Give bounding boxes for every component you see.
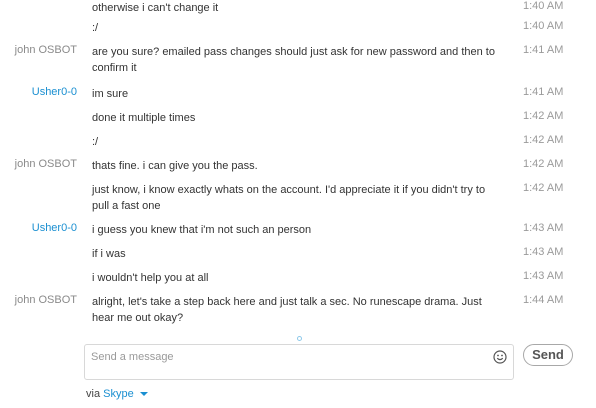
message-sender: john OSBOT bbox=[14, 158, 77, 170]
message-timestamp: 1:41 AM bbox=[523, 86, 564, 98]
send-button[interactable]: Send bbox=[523, 344, 573, 366]
service-selector: via Skype bbox=[86, 388, 148, 400]
message-timestamp: 1:43 AM bbox=[523, 246, 564, 258]
smiley-icon[interactable] bbox=[493, 350, 507, 364]
message-timestamp: 1:42 AM bbox=[523, 134, 564, 146]
message-text: i guess you knew that i'm not such an pe… bbox=[92, 224, 312, 236]
message-text: thats fine. i can give you the pass. bbox=[92, 160, 258, 172]
message-text: :/ bbox=[92, 136, 99, 148]
message-text: otherwise i can't change it bbox=[92, 2, 219, 14]
message-timestamp: 1:40 AM bbox=[523, 20, 564, 32]
message-timestamp: 1:42 AM bbox=[523, 158, 564, 170]
message-text: im sure bbox=[92, 88, 129, 100]
via-label: via bbox=[86, 388, 101, 400]
service-link[interactable]: Skype bbox=[103, 388, 134, 400]
conversation-history: otherwise i can't change it 1:40 AM :/ 1:40… bbox=[0, 0, 596, 334]
message-sender: john OSBOT bbox=[14, 294, 77, 306]
message-composer[interactable] bbox=[84, 344, 514, 380]
message-text: alright, let's take a step back here and… bbox=[92, 296, 482, 324]
message-sender: Usher0-0 bbox=[31, 222, 77, 234]
message-text: i wouldn't help you at all bbox=[92, 272, 209, 284]
typing-indicator-icon bbox=[297, 336, 302, 341]
message-timestamp: 1:40 AM bbox=[523, 0, 564, 12]
message-timestamp: 1:42 AM bbox=[523, 110, 564, 122]
message-sender: john OSBOT bbox=[14, 44, 77, 56]
message-timestamp: 1:43 AM bbox=[523, 222, 564, 234]
message-timestamp: 1:44 AM bbox=[523, 294, 564, 306]
message-sender: Usher0-0 bbox=[31, 86, 77, 98]
message-text: :/ bbox=[92, 22, 99, 34]
message-timestamp: 1:41 AM bbox=[523, 44, 564, 56]
message-input[interactable] bbox=[91, 349, 481, 365]
message-text: if i was bbox=[92, 248, 126, 260]
message-timestamp: 1:42 AM bbox=[523, 182, 564, 194]
message-text: are you sure? emailed pass changes shoul… bbox=[92, 46, 495, 74]
message-timestamp: 1:43 AM bbox=[523, 270, 564, 282]
caret-down-icon[interactable] bbox=[139, 392, 148, 397]
message-text: just know, i know exactly whats on the a… bbox=[92, 184, 486, 212]
message-text: done it multiple times bbox=[92, 112, 196, 124]
